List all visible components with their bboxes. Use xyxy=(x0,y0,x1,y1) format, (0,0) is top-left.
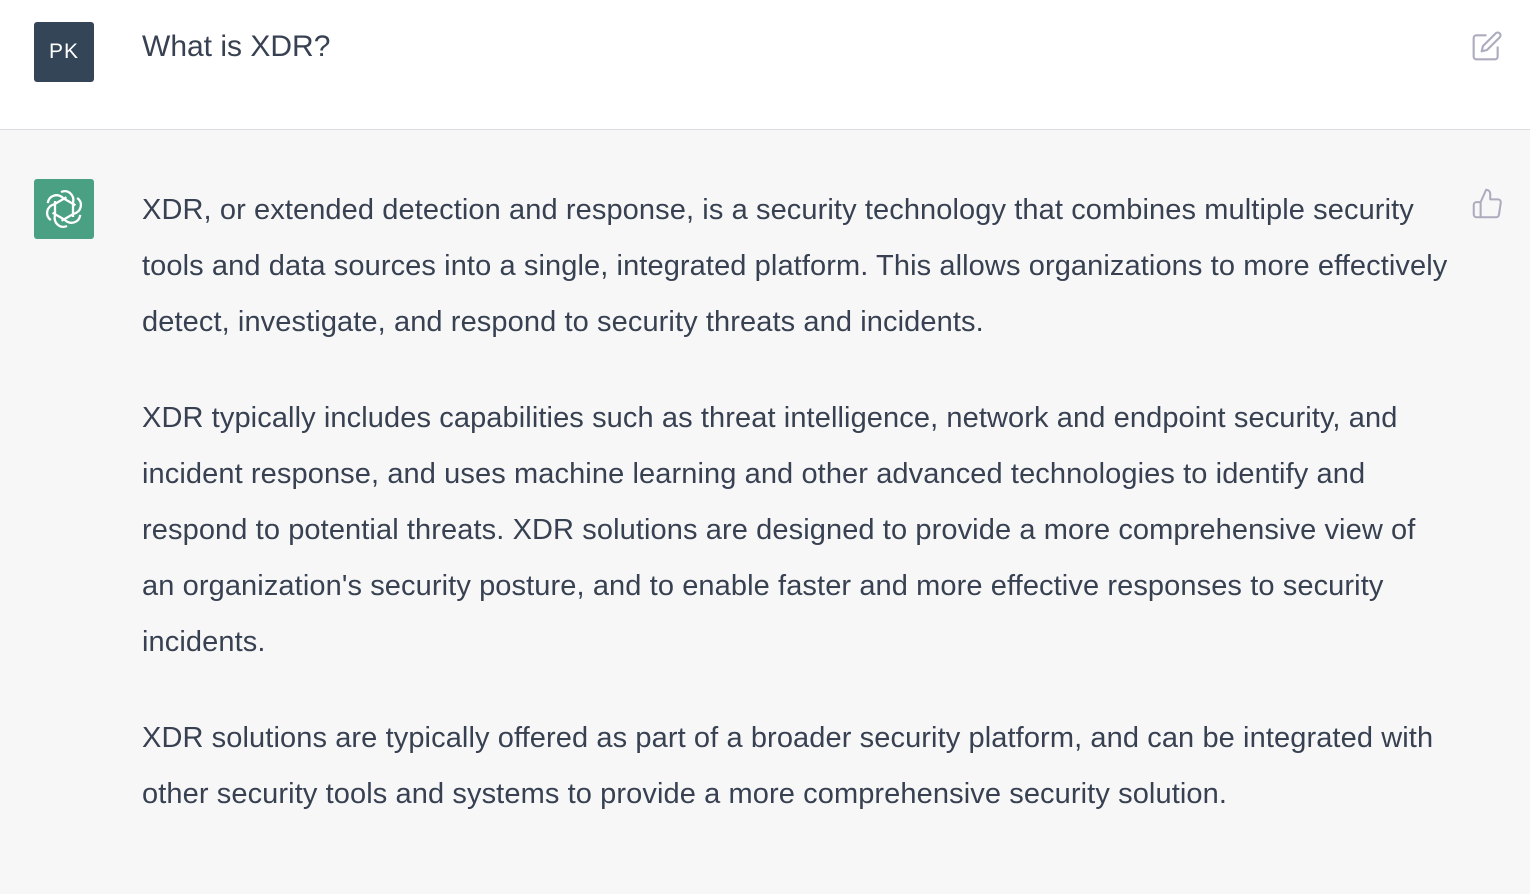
assistant-avatar xyxy=(34,179,94,239)
user-message-row: PK What is XDR? xyxy=(0,0,1530,130)
edit-icon xyxy=(1472,31,1502,61)
edit-button[interactable] xyxy=(1471,30,1503,62)
user-message-text: What is XDR? xyxy=(142,30,331,63)
user-avatar: PK xyxy=(34,22,94,82)
response-paragraph: XDR solutions are typically offered as p… xyxy=(142,722,1434,810)
openai-logo-icon xyxy=(45,190,83,228)
assistant-message-row: XDR, or extended detection and response,… xyxy=(0,130,1530,894)
response-paragraph: XDR typically includes capabilities such… xyxy=(142,402,1416,658)
thumbs-up-icon xyxy=(1472,188,1502,219)
response-paragraph: XDR, or extended detection and response,… xyxy=(142,194,1448,338)
assistant-response: XDR, or extended detection and response,… xyxy=(142,182,1452,862)
thumbs-up-button[interactable] xyxy=(1471,187,1504,220)
